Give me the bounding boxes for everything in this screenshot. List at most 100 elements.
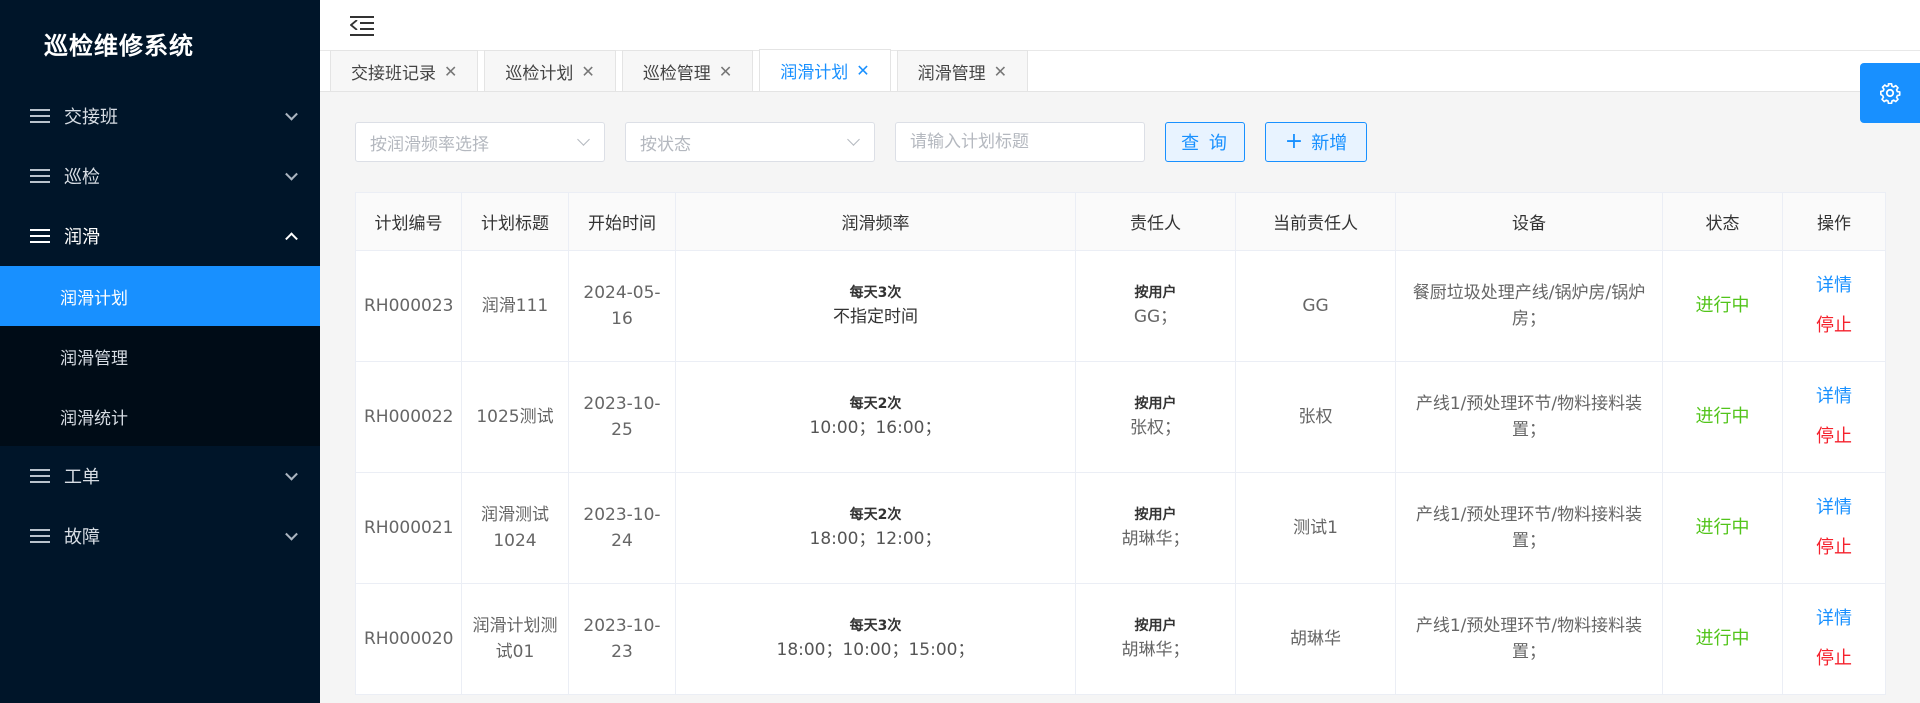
status-select-placeholder: 按状态 — [640, 134, 691, 155]
detail-link[interactable]: 详情 — [1791, 377, 1877, 417]
menu-icon — [30, 169, 50, 183]
tab-label: 交接班记录 — [351, 63, 436, 84]
responsible-type: 按用户 — [1134, 618, 1177, 634]
add-button-label: 新增 — [1311, 133, 1348, 154]
sidebar-menu-label: 润滑 — [64, 227, 100, 248]
status-badge: 进行中 — [1695, 406, 1750, 427]
cell-frequency: 每天2次 18:00；12:00； — [675, 472, 1076, 584]
table-header-row: 计划编号 计划标题 开始时间 润滑频率 责任人 当前责任人 设备 状态 操作 — [355, 192, 1886, 251]
top-header — [320, 0, 1920, 51]
responsible-type: 按用户 — [1134, 285, 1177, 301]
cell-current-responsible: 张权 — [1235, 361, 1396, 473]
cell-responsible: 按用户 胡琳华； — [1075, 583, 1236, 695]
tab-label: 巡检计划 — [505, 63, 574, 84]
stop-link[interactable]: 停止 — [1791, 417, 1877, 457]
cell-device: 产线1/预处理环节/物料接料装置； — [1395, 361, 1663, 473]
cell-actions: 详情 停止 — [1782, 583, 1886, 695]
tab-lubrication-plan[interactable]: 润滑计划 ✕ — [759, 49, 891, 91]
frequency-title: 每天2次 — [849, 396, 902, 412]
cell-device: 产线1/预处理环节/物料接料装置； — [1395, 583, 1663, 695]
column-header: 操作 — [1782, 192, 1886, 251]
sidebar-menu-fault[interactable]: 故障 — [0, 506, 320, 566]
arrow-left-icon — [350, 20, 358, 30]
chevron-down-icon — [285, 467, 298, 481]
sidebar-item-lubrication-stats[interactable]: 润滑统计 — [0, 386, 320, 446]
chevron-up-icon — [285, 232, 298, 246]
cell-plan-title: 润滑测试1024 — [461, 472, 569, 584]
cell-device: 餐厨垃圾处理产线/锅炉房/锅炉房； — [1395, 250, 1663, 362]
menu-fold-icon[interactable] — [350, 14, 374, 36]
cell-current-responsible: GG — [1235, 250, 1396, 362]
sidebar-menu-label: 交接班 — [64, 107, 118, 128]
responsible-names: 胡琳华； — [1121, 529, 1190, 549]
sidebar-item-lubrication-manage[interactable]: 润滑管理 — [0, 326, 320, 386]
plan-title-input[interactable] — [895, 122, 1145, 162]
tab-lubrication-manage[interactable]: 润滑管理 ✕ — [896, 50, 1029, 91]
close-icon[interactable]: ✕ — [444, 62, 457, 81]
sidebar-menu-lubrication[interactable]: 润滑 — [0, 206, 320, 266]
filter-toolbar: 按润滑频率选择 按状态 查 询 + 新增 — [355, 122, 1387, 162]
column-header: 计划编号 — [355, 192, 462, 251]
cell-plan-id: RH000020 — [355, 583, 462, 695]
close-icon[interactable]: ✕ — [581, 62, 594, 81]
sidebar: 巡检维修系统 交接班 巡检 润滑 润滑计划 润滑管理 润滑统计 工单 故障 — [0, 0, 320, 703]
detail-link[interactable]: 详情 — [1791, 266, 1877, 306]
responsible-names: 张权； — [1130, 418, 1181, 438]
frequency-times: 18:00；12:00； — [809, 529, 942, 549]
cell-start-time: 2024-05-16 — [568, 250, 676, 362]
cell-frequency: 每天3次 不指定时间 — [675, 250, 1076, 362]
cell-responsible: 按用户 张权； — [1075, 361, 1236, 473]
sidebar-menu-inspection[interactable]: 巡检 — [0, 146, 320, 206]
tab-bar: 交接班记录 ✕ 巡检计划 ✕ 巡检管理 ✕ 润滑计划 ✕ 润滑管理 ✕ — [320, 49, 1920, 92]
stop-link[interactable]: 停止 — [1791, 528, 1877, 568]
frequency-select[interactable]: 按润滑频率选择 — [355, 122, 605, 162]
column-header: 计划标题 — [461, 192, 569, 251]
query-button[interactable]: 查 询 — [1165, 122, 1245, 162]
frequency-times: 10:00；16:00； — [809, 418, 942, 438]
status-select[interactable]: 按状态 — [625, 122, 875, 162]
frequency-times: 18:00；10:00；15:00； — [776, 640, 975, 660]
responsible-names: 胡琳华； — [1121, 640, 1190, 660]
detail-link[interactable]: 详情 — [1791, 599, 1877, 639]
sidebar-menu-label: 故障 — [64, 527, 100, 548]
tab-inspection-plan[interactable]: 巡检计划 ✕ — [484, 50, 616, 91]
cell-actions: 详情 停止 — [1782, 361, 1886, 473]
cell-status: 进行中 — [1662, 472, 1783, 584]
sidebar-menu-handover[interactable]: 交接班 — [0, 86, 320, 146]
stop-link[interactable]: 停止 — [1791, 306, 1877, 346]
cell-plan-id: RH000023 — [355, 250, 462, 362]
tab-inspection-manage[interactable]: 巡检管理 ✕ — [621, 50, 754, 91]
table-row: RH000020 润滑计划测试01 2023-10-23 每天3次 18:00；… — [355, 583, 1886, 695]
cell-plan-title: 1025测试 — [461, 361, 569, 473]
cell-actions: 详情 停止 — [1782, 250, 1886, 362]
column-header: 责任人 — [1075, 192, 1236, 251]
table-row: RH000023 润滑111 2024-05-16 每天3次 不指定时间 按用户… — [355, 250, 1886, 362]
table-row: RH000021 润滑测试1024 2023-10-24 每天2次 18:00；… — [355, 472, 1886, 584]
sidebar-menu-workorder[interactable]: 工单 — [0, 446, 320, 506]
plus-icon: + — [1284, 129, 1304, 154]
close-icon[interactable]: ✕ — [994, 62, 1007, 81]
sidebar-item-lubrication-plan[interactable]: 润滑计划 — [0, 266, 320, 326]
add-button[interactable]: + 新增 — [1265, 122, 1367, 162]
frequency-title: 每天3次 — [849, 618, 902, 634]
cell-plan-id: RH000021 — [355, 472, 462, 584]
tab-label: 润滑计划 — [780, 63, 849, 83]
close-icon[interactable]: ✕ — [719, 62, 732, 81]
status-badge: 进行中 — [1695, 628, 1750, 649]
status-badge: 进行中 — [1695, 295, 1750, 316]
chevron-down-icon — [285, 107, 298, 121]
stop-link[interactable]: 停止 — [1791, 639, 1877, 679]
detail-link[interactable]: 详情 — [1791, 488, 1877, 528]
cell-plan-title: 润滑计划测试01 — [461, 583, 569, 695]
cell-plan-title: 润滑111 — [461, 250, 569, 362]
table-row: RH000022 1025测试 2023-10-25 每天2次 10:00；16… — [355, 361, 1886, 473]
close-icon[interactable]: ✕ — [856, 61, 869, 80]
chevron-down-icon — [285, 167, 298, 181]
column-header: 润滑频率 — [675, 192, 1076, 251]
column-header: 当前责任人 — [1235, 192, 1396, 251]
column-header: 状态 — [1662, 192, 1783, 251]
cell-device: 产线1/预处理环节/物料接料装置； — [1395, 472, 1663, 584]
tab-handover-record[interactable]: 交接班记录 ✕ — [330, 50, 479, 91]
cell-start-time: 2023-10-25 — [568, 361, 676, 473]
frequency-title: 每天3次 — [849, 285, 902, 301]
